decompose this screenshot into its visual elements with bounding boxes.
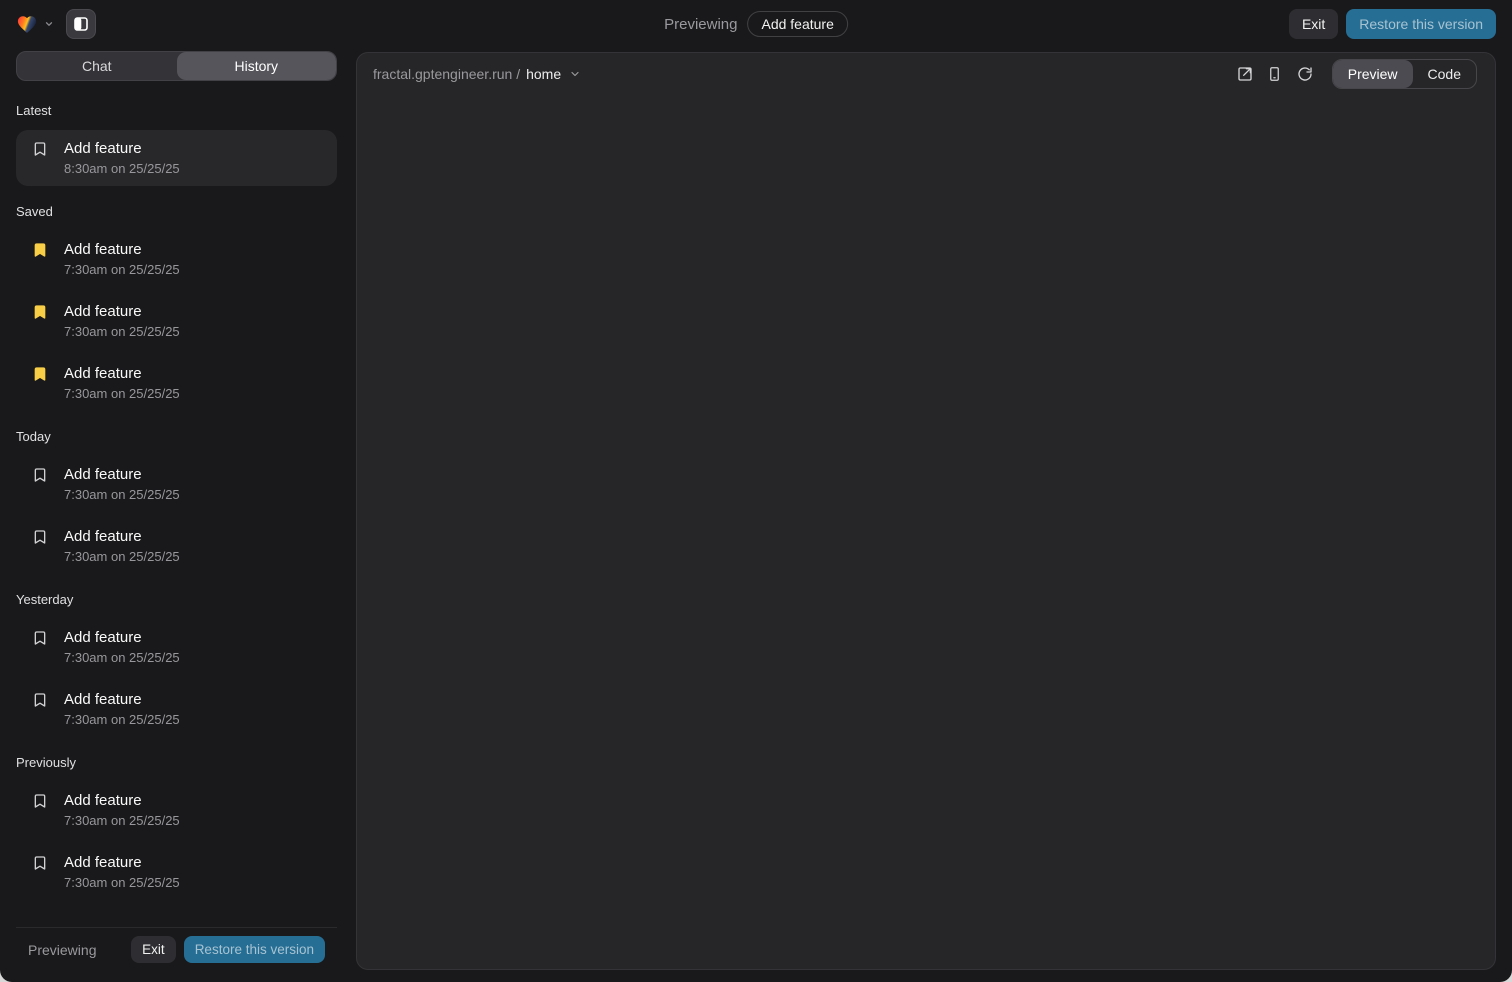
bookmark-filled-icon: [32, 366, 48, 382]
topbar-status-group: Previewing Add feature: [664, 0, 848, 48]
preview-url-selector[interactable]: fractal.gptengineer.run / home: [373, 66, 581, 82]
preview-panel: fractal.gptengineer.run / home: [356, 52, 1496, 970]
sidebar-toggle-button[interactable]: [66, 9, 96, 39]
history-item-timestamp: 7:30am on 25/25/25: [64, 324, 321, 339]
tab-code[interactable]: Code: [1413, 60, 1476, 88]
history-item-title-row: Add feature: [32, 629, 321, 646]
footer-restore-version-button[interactable]: Restore this version: [184, 936, 325, 963]
history-section-label: Today: [16, 429, 337, 444]
history-item-timestamp: 7:30am on 25/25/25: [64, 712, 321, 727]
brand-group[interactable]: [16, 14, 54, 34]
history-version-item[interactable]: Add feature 7:30am on 25/25/25: [16, 844, 337, 900]
bookmark-outline-icon: [32, 855, 48, 871]
bookmark-filled-icon: [32, 304, 48, 320]
history-version-item[interactable]: Add feature 7:30am on 25/25/25: [16, 681, 337, 737]
restore-version-button[interactable]: Restore this version: [1346, 9, 1496, 39]
panel-left-icon: [73, 16, 89, 32]
history-version-item[interactable]: Add feature 7:30am on 25/25/25: [16, 456, 337, 512]
open-in-new-tab-button[interactable]: [1232, 61, 1258, 87]
open-in-new-tab-icon: [1237, 66, 1253, 82]
footer-exit-button[interactable]: Exit: [131, 936, 176, 963]
url-chevron-down-icon: [569, 68, 581, 80]
tab-preview[interactable]: Preview: [1333, 60, 1413, 88]
previewing-label: Previewing: [664, 16, 737, 33]
bookmark-filled-icon: [32, 242, 48, 258]
history-item-title-row: Add feature: [32, 140, 321, 157]
bookmark-outline-icon: [32, 141, 48, 157]
refresh-icon: [1297, 66, 1313, 82]
history-version-item[interactable]: Add feature 7:30am on 25/25/25: [16, 293, 337, 349]
history-item-title-row: Add feature: [32, 303, 321, 320]
history-item-title-row: Add feature: [32, 691, 321, 708]
history-item-title-row: Add feature: [32, 466, 321, 483]
sidebar-footer: Previewing Exit Restore this version: [16, 927, 337, 971]
version-name-badge[interactable]: Add feature: [747, 11, 847, 37]
preview-url-page: home: [526, 66, 561, 82]
brand-chevron-down-icon[interactable]: [44, 19, 54, 29]
history-item-title-row: Add feature: [32, 528, 321, 545]
sidebar: Chat History Latest Add feature 8:30am on …: [16, 51, 337, 971]
history-item-timestamp: 7:30am on 25/25/25: [64, 487, 321, 502]
mobile-preview-icon: [1267, 66, 1282, 82]
history-version-item[interactable]: Add feature 7:30am on 25/25/25: [16, 518, 337, 574]
history-item-title: Add feature: [64, 303, 142, 320]
history-section-label: Latest: [16, 103, 337, 118]
lovable-heart-logo-icon[interactable]: [16, 14, 38, 34]
history-item-title: Add feature: [64, 854, 142, 871]
view-mode-toggle: Preview Code: [1332, 59, 1477, 89]
history-section-label: Yesterday: [16, 592, 337, 607]
history-item-title: Add feature: [64, 691, 142, 708]
exit-button[interactable]: Exit: [1289, 9, 1338, 39]
footer-previewing-label: Previewing: [28, 942, 96, 958]
history-item-timestamp: 7:30am on 25/25/25: [64, 549, 321, 564]
history-item-timestamp: 7:30am on 25/25/25: [64, 813, 321, 828]
topbar-actions: Exit Restore this version: [1289, 9, 1496, 39]
tab-history[interactable]: History: [177, 52, 337, 80]
tab-chat[interactable]: Chat: [17, 52, 177, 80]
history-section-label: Saved: [16, 204, 337, 219]
history-version-item[interactable]: Add feature 7:30am on 25/25/25: [16, 619, 337, 675]
history-version-item[interactable]: Add feature 7:30am on 25/25/25: [16, 231, 337, 287]
history-item-title-row: Add feature: [32, 365, 321, 382]
app-window: Previewing Add feature Exit Restore this…: [0, 0, 1512, 982]
history-item-title: Add feature: [64, 140, 142, 157]
history-item-timestamp: 7:30am on 25/25/25: [64, 386, 321, 401]
history-item-title: Add feature: [64, 466, 142, 483]
history-item-title-row: Add feature: [32, 792, 321, 809]
history-item-timestamp: 7:30am on 25/25/25: [64, 650, 321, 665]
history-version-item[interactable]: Add feature 7:30am on 25/25/25: [16, 782, 337, 838]
bookmark-outline-icon: [32, 467, 48, 483]
history-item-title: Add feature: [64, 528, 142, 545]
history-item-title-row: Add feature: [32, 241, 321, 258]
preview-panel-actions: Preview Code: [1232, 59, 1477, 89]
preview-panel-header: fractal.gptengineer.run / home: [357, 53, 1495, 95]
sidebar-tab-group: Chat History: [16, 51, 337, 81]
history-item-title-row: Add feature: [32, 854, 321, 871]
bookmark-outline-icon: [32, 692, 48, 708]
history-section-label: Previously: [16, 755, 337, 770]
history-version-item[interactable]: Add feature 8:30am on 25/25/25: [16, 130, 337, 186]
history-item-title: Add feature: [64, 792, 142, 809]
history-list: Latest Add feature 8:30am on 25/25/25 Saved…: [16, 85, 337, 927]
mobile-preview-button[interactable]: [1262, 61, 1288, 87]
history-version-item[interactable]: Add feature 7:30am on 25/25/25: [16, 355, 337, 411]
top-bar: Previewing Add feature Exit Restore this…: [0, 0, 1512, 48]
history-item-title: Add feature: [64, 629, 142, 646]
refresh-button[interactable]: [1292, 61, 1318, 87]
preview-url-prefix: fractal.gptengineer.run /: [373, 66, 520, 82]
history-item-timestamp: 7:30am on 25/25/25: [64, 875, 321, 890]
bookmark-outline-icon: [32, 529, 48, 545]
history-item-timestamp: 8:30am on 25/25/25: [64, 161, 321, 176]
history-item-title: Add feature: [64, 365, 142, 382]
history-item-timestamp: 7:30am on 25/25/25: [64, 262, 321, 277]
history-item-title: Add feature: [64, 241, 142, 258]
bookmark-outline-icon: [32, 630, 48, 646]
bookmark-outline-icon: [32, 793, 48, 809]
